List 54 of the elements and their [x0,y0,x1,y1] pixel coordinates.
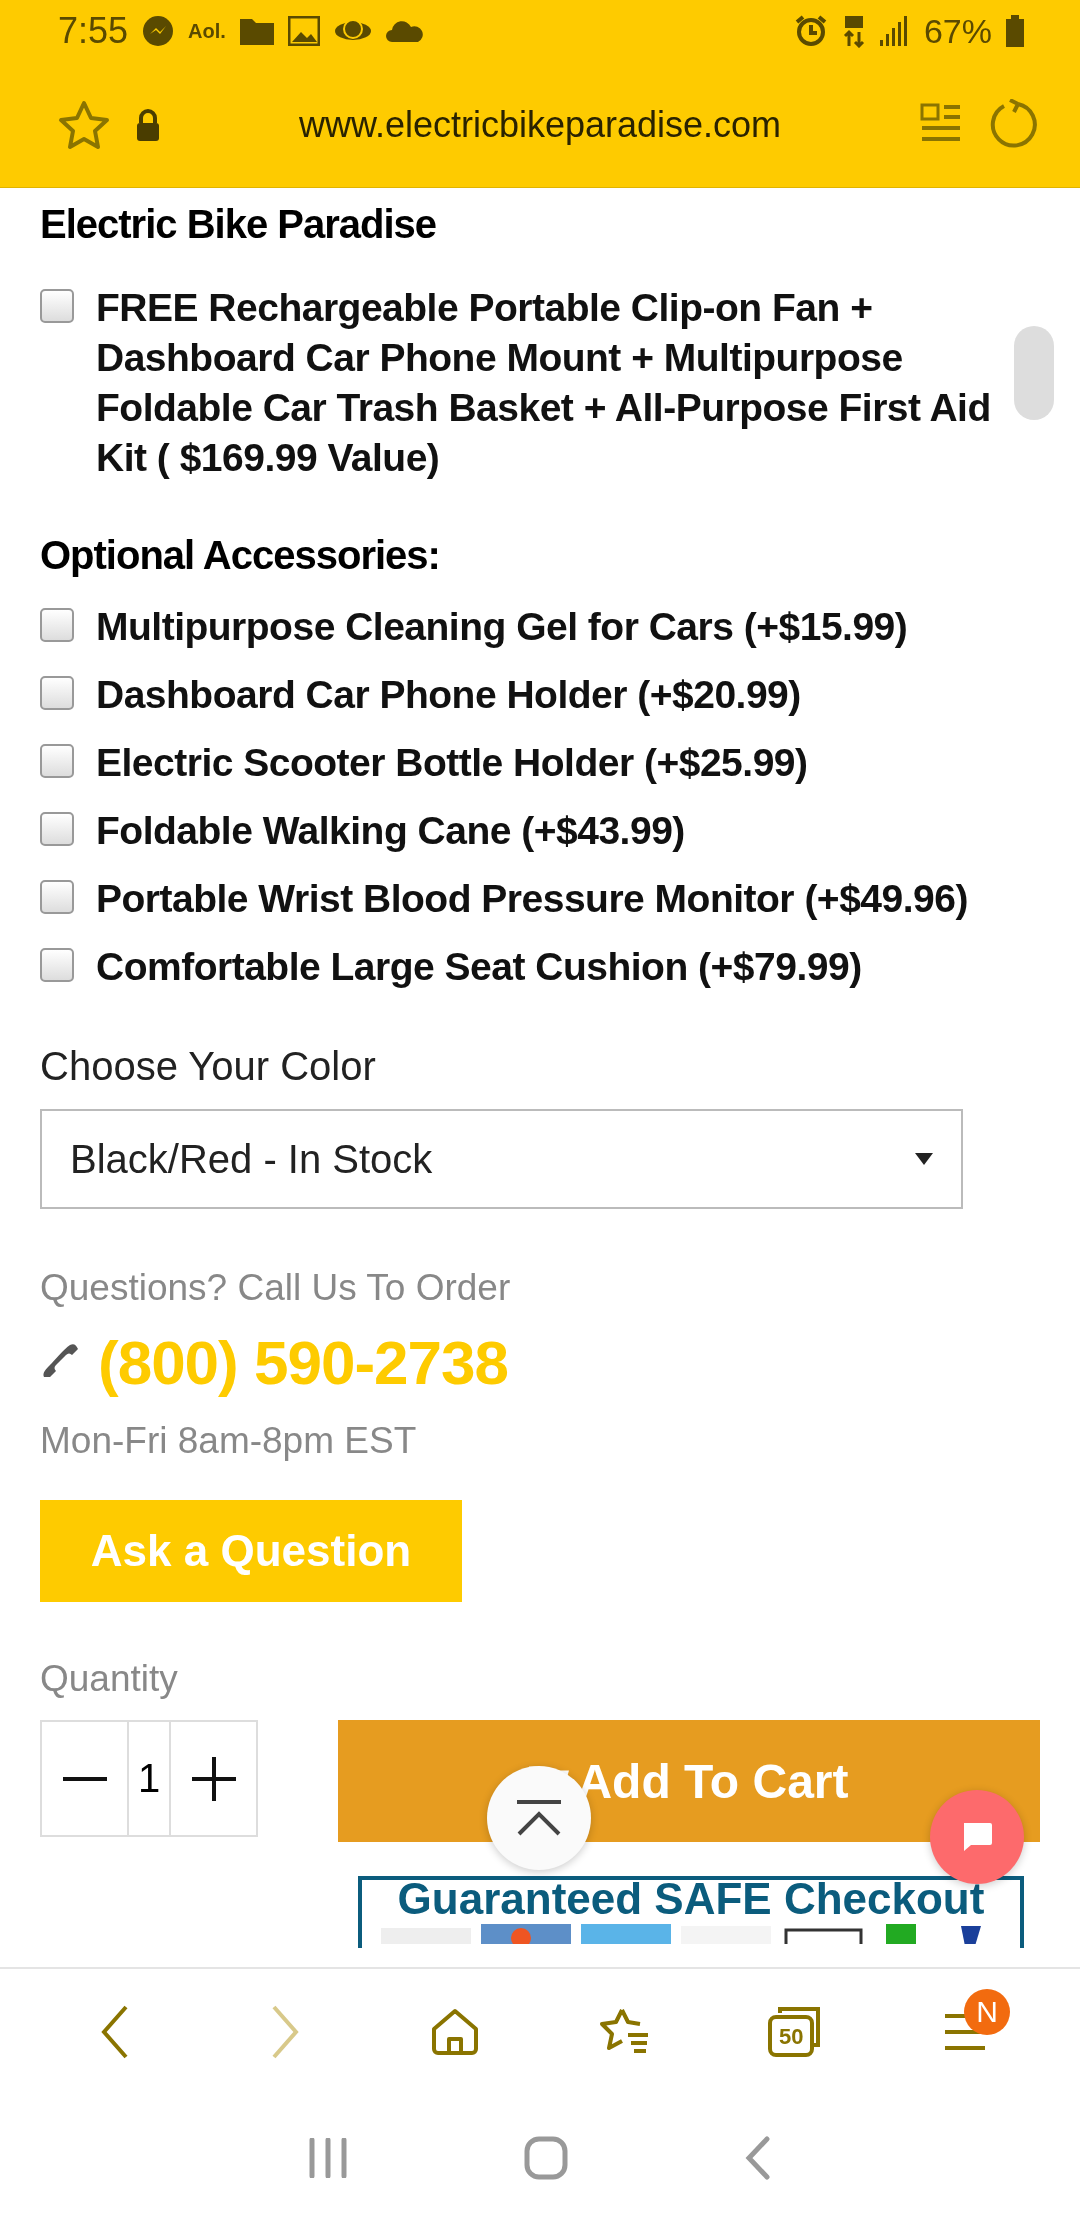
system-back-icon[interactable] [745,2135,772,2180]
section-title: Optional Accessories: [40,533,441,578]
aol-icon: Aol. [188,19,226,43]
business-hours: Mon-Fri 8am-8pm EST [40,1420,418,1462]
tabs-button[interactable]: 50 [750,1987,840,2077]
option-label: Electric Scooter Bottle Holder (+$25.99) [96,740,808,786]
option-label: Dashboard Car Phone Holder (+$20.99) [96,672,801,718]
quantity-label: Quantity [40,1658,179,1700]
cloud-icon [385,20,424,42]
home-icon [430,2007,480,2057]
star-icon[interactable] [58,99,110,150]
checkbox[interactable] [40,880,74,914]
checkbox[interactable] [40,676,74,710]
minus-icon [62,1776,107,1781]
messenger-icon [142,15,175,47]
checkbox[interactable] [40,289,74,323]
battery-icon [1006,15,1024,47]
lock-icon [136,108,160,141]
checkbox[interactable] [40,948,74,982]
option-label: Multipurpose Cleaning Gel for Cars (+$15.99) [96,604,908,650]
reload-icon[interactable] [988,98,1040,151]
call-prompt: Questions? Call Us To Order [40,1267,512,1309]
color-select[interactable]: Black/Red - In Stock [40,1109,963,1209]
option-label: FREE Rechargeable Portable Clip-on Fan + Dashboard Car Phone Mount + Multipurpose Foldable Car Trash Basket + All-Purpose First Aid Kit ( $169.99 Value) [96,285,992,481]
scroll-handle[interactable] [1014,326,1054,420]
lte-data-icon [841,14,866,48]
back-icon [100,2004,130,2060]
system-home-icon[interactable] [524,2135,568,2180]
product-title: Electric Bike Paradise [40,202,438,247]
option-label: Foldable Walking Cane (+$43.99) [96,808,685,854]
checkbox[interactable] [40,608,74,642]
dropdown-arrow-icon [915,1153,933,1165]
battery-percentage: 67% [923,11,992,51]
notification-badge: N [964,1989,1010,2035]
chevron-up-icon [515,1800,563,1836]
tab-count: 50 [779,2024,804,2050]
menu-button[interactable]: N [920,1987,1010,2077]
color-label: Choose Your Color [40,1044,377,1089]
checkout-banner: Guaranteed SAFE Checkout [358,1876,1024,1948]
alarm-icon [793,14,828,48]
checkbox[interactable] [40,812,74,846]
tabs-icon [768,2007,822,2057]
option-label: Portable Wrist Blood Pressure Monitor (+$49.96) [96,876,968,922]
image-icon [287,16,320,46]
plus-icon [191,1756,236,1801]
recent-apps-icon[interactable] [308,2137,347,2178]
chat-bubble-icon [961,1822,993,1852]
forward-icon [270,2004,300,2060]
clock-time: 7:55 [58,10,129,52]
option-label: Comfortable Large Seat Cushion (+$79.99) [96,944,862,990]
folder-icon [239,17,274,45]
checkbox[interactable] [40,744,74,778]
signal-icon [879,16,910,46]
url-text[interactable]: www.electricbikeparadise.com [186,103,894,146]
